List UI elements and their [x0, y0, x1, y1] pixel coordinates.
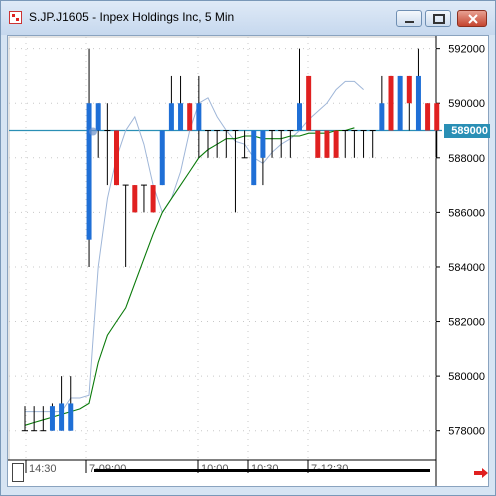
window-title: S.JP.J1605 - Inpex Holdings Inc, 5 Min: [29, 10, 235, 24]
scroll-right-arrow-icon[interactable]: [474, 468, 488, 478]
candle-down: [324, 130, 330, 158]
candle-up: [178, 103, 184, 131]
candle-down: [315, 130, 321, 158]
candle-down: [306, 75, 312, 131]
x-tick-label: 14:30: [29, 463, 57, 475]
close-icon: [468, 14, 478, 24]
y-tick-label: 590000: [448, 98, 485, 110]
chart-window: S.JP.J1605 - Inpex Holdings Inc, 5 Min 5…: [0, 0, 496, 496]
crosshair-marker: [89, 127, 98, 136]
candle-up: [49, 406, 55, 431]
candle-up: [95, 103, 101, 131]
price-chart[interactable]: 592000 590000 588000 586000 584000 582000 5800…: [8, 36, 488, 486]
close-button[interactable]: [457, 10, 487, 27]
minimize-icon: [405, 21, 414, 23]
candle-up: [168, 103, 174, 131]
ma-long-line: [24, 127, 355, 426]
candle-up: [260, 130, 266, 158]
y-tick-label: 582000: [448, 317, 485, 329]
chart-frame: 592000 590000 588000 586000 584000 582000 5800…: [7, 35, 490, 487]
candle-down: [406, 75, 412, 104]
maximize-icon: [433, 14, 445, 24]
minimize-button[interactable]: [396, 10, 422, 27]
candle-up: [68, 403, 74, 431]
y-tick-label: 580000: [448, 371, 485, 383]
title-bar[interactable]: S.JP.J1605 - Inpex Holdings Inc, 5 Min: [1, 1, 495, 35]
candle-up: [397, 75, 403, 131]
candle-up: [59, 403, 65, 431]
scroll-thumb[interactable]: [12, 463, 24, 482]
chart-app-icon: [9, 11, 22, 24]
candle-down: [132, 185, 138, 213]
candle-up: [379, 103, 385, 131]
y-tick-label: 584000: [448, 262, 485, 274]
candle-down: [434, 103, 440, 131]
candle-down: [114, 130, 119, 186]
candle-up: [196, 103, 202, 131]
plot-area: [8, 36, 437, 461]
candle-down: [187, 103, 193, 131]
candle-up: [297, 103, 302, 131]
candle-up: [415, 75, 421, 131]
current-price-tag: 589000: [444, 124, 490, 138]
scroll-track[interactable]: [94, 469, 430, 472]
maximize-button[interactable]: [425, 10, 451, 27]
y-tick-label: 592000: [448, 44, 485, 56]
candle-down: [333, 130, 339, 158]
y-tick-label: 588000: [448, 153, 485, 165]
candle-down: [388, 75, 394, 131]
candle-down: [425, 103, 431, 131]
candle-down: [150, 185, 156, 213]
y-tick-label: 578000: [448, 426, 485, 438]
candle-up: [86, 103, 92, 240]
y-tick-label: 586000: [448, 207, 485, 219]
candle-up: [159, 130, 165, 186]
candle-up: [251, 130, 257, 186]
